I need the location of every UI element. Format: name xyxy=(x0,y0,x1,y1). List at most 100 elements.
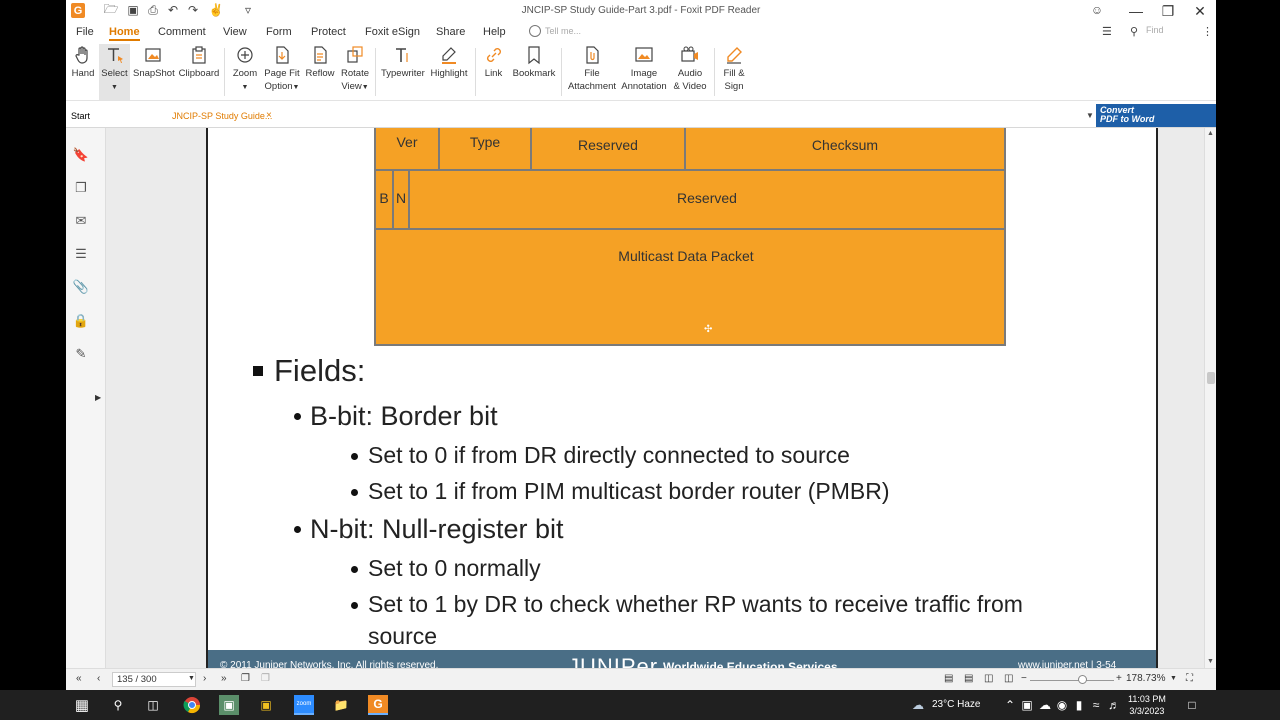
select-tool-button[interactable]: Select ▼ xyxy=(99,44,130,100)
copy-page-icon[interactable]: ❐ xyxy=(241,673,250,684)
task-view-icon[interactable]: ◫ xyxy=(143,695,163,715)
snapshot-tool-button[interactable]: SnapShot xyxy=(133,44,175,100)
minimize-button[interactable]: — xyxy=(1121,1,1151,21)
page-number-input[interactable]: 135 / 300 xyxy=(112,672,196,687)
tab-active-document[interactable]: JNCIP-SP Study Guide... xyxy=(172,111,272,121)
app-icon[interactable]: ▣ xyxy=(256,695,276,715)
zoom-slider[interactable] xyxy=(1030,680,1114,681)
bookmark-tool-button[interactable]: Bookmark xyxy=(512,44,556,100)
menu-view[interactable]: View xyxy=(223,26,247,38)
pdf-page[interactable]: Ver Type Reserved Checksum B N Reserved … xyxy=(206,128,1158,668)
menu-comment[interactable]: Comment xyxy=(158,26,206,38)
more-options-icon[interactable]: ⋮ xyxy=(1202,25,1213,38)
zoom-app-icon[interactable]: zoom xyxy=(294,695,314,715)
signature-panel-icon[interactable]: ✎ xyxy=(74,346,88,361)
scroll-down-icon[interactable]: ▼ xyxy=(1207,658,1214,665)
close-window-button[interactable]: ✕ xyxy=(1185,1,1215,21)
menu-share[interactable]: Share xyxy=(436,26,465,38)
select-text-icon xyxy=(107,48,123,63)
taskbar-search-icon[interactable]: ⚲ xyxy=(108,695,128,715)
wifi-icon[interactable]: ≈ xyxy=(1086,695,1106,715)
rotate-view-button[interactable]: Rotate View▼ xyxy=(339,44,371,100)
tabs-dropdown-icon[interactable]: ▼ xyxy=(1086,111,1094,120)
link-tool-button[interactable]: Link xyxy=(481,44,506,100)
document-viewer[interactable]: Ver Type Reserved Checksum B N Reserved … xyxy=(106,128,1204,668)
facing-view-icon[interactable]: ◫ xyxy=(984,673,993,684)
menu-file[interactable]: File xyxy=(76,26,94,38)
ribbon-toolbar: Hand Select ▼ SnapShot Clipboard Zoom ▼ Pa… xyxy=(66,42,1216,100)
vertical-scrollbar[interactable]: ▲ ▼ xyxy=(1204,128,1216,668)
print-icon[interactable]: ⎙ xyxy=(146,3,160,17)
search-options-icon[interactable]: ☰ xyxy=(1102,25,1112,38)
scroll-up-icon[interactable]: ▲ xyxy=(1207,130,1214,137)
attachments-panel-icon[interactable]: 📎 xyxy=(73,279,89,294)
file-attachment-button[interactable]: File Attachment xyxy=(567,44,617,100)
account-icon[interactable]: ☺ xyxy=(1090,3,1104,17)
audio-video-button[interactable]: Audio & Video xyxy=(672,44,708,100)
menu-help[interactable]: Help xyxy=(483,26,506,38)
typewriter-tool-button[interactable]: Typewriter xyxy=(381,44,425,100)
title-bar: G 🗁 ▣ ⎙ ↶ ↷ ✌ ▿ JNCIP-SP Study Guide-Par… xyxy=(66,0,1216,22)
convert-pdf-to-word-banner[interactable]: Convert PDF to Word xyxy=(1096,104,1216,127)
redo-icon[interactable]: ↷ xyxy=(186,3,200,17)
security-panel-icon[interactable]: 🔒 xyxy=(73,313,89,328)
paste-page-icon[interactable]: ❐ xyxy=(261,673,270,684)
layers-panel-icon[interactable]: ☰ xyxy=(74,246,88,261)
zoom-in-icon[interactable]: + xyxy=(1116,673,1122,684)
reflow-tool-button[interactable]: Reflow xyxy=(305,44,335,100)
page-fit-icon xyxy=(276,46,289,64)
zoom-dropdown-icon[interactable]: ▼ xyxy=(1170,675,1177,682)
page-fit-option-button[interactable]: Page Fit Option▼ xyxy=(263,44,301,100)
first-page-icon[interactable]: « xyxy=(76,673,82,684)
menu-form[interactable]: Form xyxy=(266,26,292,38)
file-explorer-icon[interactable]: 📁 xyxy=(331,695,351,715)
pages-panel-icon[interactable]: ❐ xyxy=(74,180,88,195)
tool-label: Image xyxy=(630,68,658,79)
continuous-view-icon[interactable]: ▤ xyxy=(964,673,973,684)
hand-tool-button[interactable]: Hand xyxy=(70,44,96,100)
expand-panel-icon[interactable]: ▶ xyxy=(95,393,101,402)
taskbar-clock[interactable]: 11:03 PM 3/3/2023 xyxy=(1128,693,1166,717)
save-icon[interactable]: ▣ xyxy=(126,3,140,17)
clipboard-tool-button[interactable]: Clipboard xyxy=(178,44,220,100)
fill-sign-button[interactable]: Fill & Sign xyxy=(719,44,749,100)
hand-dropdown-icon[interactable]: ✌ xyxy=(209,3,224,17)
field-reserved-1: Reserved xyxy=(578,137,638,153)
comments-panel-icon[interactable]: ✉ xyxy=(74,213,88,228)
next-page-icon[interactable]: › xyxy=(203,673,206,684)
scrollbar-thumb[interactable] xyxy=(1207,372,1215,384)
window-title: JNCIP-SP Study Guide-Part 3.pdf - Foxit … xyxy=(521,5,761,16)
single-page-view-icon[interactable]: ▤ xyxy=(944,673,953,684)
close-tab-icon[interactable]: × xyxy=(266,110,272,121)
undo-icon[interactable]: ↶ xyxy=(166,3,180,17)
chrome-icon[interactable] xyxy=(182,695,202,715)
menu-protect[interactable]: Protect xyxy=(311,26,346,38)
zoom-slider-thumb[interactable] xyxy=(1078,675,1087,684)
fullscreen-icon[interactable]: ⛶ xyxy=(1186,673,1193,684)
open-folder-icon[interactable]: 🗁 xyxy=(104,2,119,17)
foxit-taskbar-icon[interactable]: G xyxy=(368,695,388,715)
continuous-facing-view-icon[interactable]: ◫ xyxy=(1004,673,1013,684)
tell-me-input[interactable]: Tell me... xyxy=(545,26,581,36)
menu-foxit-esign[interactable]: Foxit eSign xyxy=(365,26,420,38)
fill-sign-icon xyxy=(727,47,742,64)
page-dropdown-icon[interactable]: ▼ xyxy=(188,675,195,682)
highlight-tool-button[interactable]: Highlight xyxy=(429,44,469,100)
tray-app-icon[interactable]: ▣ xyxy=(1017,695,1037,715)
customize-toolbar-icon[interactable]: ▿ xyxy=(241,3,255,17)
zoom-out-icon[interactable]: − xyxy=(1021,673,1027,684)
menu-home[interactable]: Home xyxy=(109,26,140,41)
tab-start[interactable]: Start xyxy=(71,111,90,121)
previous-page-icon[interactable]: ‹ xyxy=(97,673,100,684)
volume-icon[interactable]: ♬ xyxy=(1104,695,1124,715)
notifications-icon[interactable]: □ xyxy=(1182,695,1202,715)
windows-start-icon[interactable]: ▦ xyxy=(72,695,92,715)
image-annotation-button[interactable]: Image Annotation xyxy=(620,44,668,100)
maximize-button[interactable]: ❐ xyxy=(1153,1,1183,21)
tool-label: Typewriter xyxy=(381,68,425,79)
zoom-tool-button[interactable]: Zoom ▼ xyxy=(230,44,260,100)
app-icon[interactable]: ▣ xyxy=(219,695,239,715)
lightbulb-icon xyxy=(529,25,541,37)
bookmark-panel-icon[interactable]: 🔖 xyxy=(73,147,89,162)
last-page-icon[interactable]: » xyxy=(221,673,227,684)
